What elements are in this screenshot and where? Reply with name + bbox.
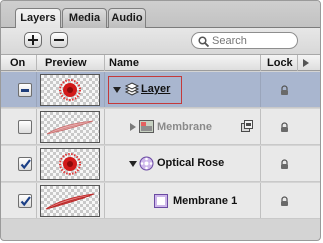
- row-divider: [36, 109, 37, 144]
- row-divider: [104, 146, 105, 181]
- membrane-1-preview-thumbnail: [40, 185, 100, 217]
- row-divider: [104, 183, 105, 218]
- layers-panel: Layers Media Audio On Preview: [0, 0, 321, 241]
- rose-preview-icon: [59, 153, 81, 175]
- lock-icon[interactable]: [280, 196, 289, 207]
- disclosure-triangle-open-icon[interactable]: [129, 160, 137, 168]
- column-divider: [297, 55, 298, 71]
- column-lock[interactable]: Lock: [267, 57, 293, 69]
- row-divider: [260, 183, 261, 218]
- layer-name[interactable]: Membrane: [157, 121, 212, 133]
- row-divider: [260, 72, 261, 107]
- add-layer-button[interactable]: [24, 32, 42, 48]
- row-divider: [104, 72, 105, 107]
- row-divider: [36, 72, 37, 107]
- enable-checkbox-checked[interactable]: [18, 194, 32, 208]
- row-divider: [260, 146, 261, 181]
- enable-checkbox-unchecked[interactable]: [18, 120, 32, 134]
- column-divider: [36, 55, 37, 71]
- toolbar: [1, 28, 320, 54]
- tab-audio[interactable]: Audio: [108, 8, 146, 28]
- lock-icon[interactable]: [280, 122, 289, 133]
- lock-icon[interactable]: [280, 159, 289, 170]
- layer-row-membrane[interactable]: Membrane: [1, 109, 320, 145]
- disclosure-triangle-open-icon[interactable]: [113, 86, 121, 94]
- layer-name[interactable]: Optical Rose: [157, 157, 224, 169]
- enable-checkbox-checked[interactable]: [18, 157, 32, 171]
- checkmark-icon: [20, 196, 31, 207]
- image-layer-icon: [139, 120, 154, 133]
- disclosure-triangle-closed-icon[interactable]: [129, 123, 136, 131]
- search-field[interactable]: [191, 32, 298, 49]
- minus-icon: [54, 39, 64, 41]
- mixed-state-icon: [21, 89, 29, 92]
- row-divider: [36, 183, 37, 218]
- plus-icon: [28, 35, 38, 45]
- particle-cell-icon: [154, 194, 168, 208]
- layer-row-optical-rose[interactable]: Optical Rose: [1, 146, 320, 182]
- particle-emitter-icon: [139, 156, 154, 171]
- remove-layer-button[interactable]: [50, 32, 68, 48]
- chevron-right-icon[interactable]: [302, 58, 310, 68]
- mask-icon[interactable]: [241, 120, 253, 132]
- tab-media[interactable]: Media: [62, 8, 107, 28]
- search-icon: [198, 36, 209, 47]
- column-divider: [260, 55, 261, 71]
- layer-name[interactable]: Membrane 1: [173, 195, 237, 207]
- optical-rose-preview-thumbnail: [40, 148, 100, 180]
- layer-preview-thumbnail: [40, 74, 100, 106]
- membrane-preview-icon: [46, 120, 94, 135]
- column-name[interactable]: Name: [109, 57, 139, 69]
- row-divider: [260, 109, 261, 144]
- layer-name[interactable]: Layer: [141, 83, 170, 95]
- checkmark-icon: [20, 159, 31, 170]
- column-on[interactable]: On: [10, 57, 25, 69]
- tab-layers[interactable]: Layers: [15, 8, 61, 29]
- layer-row-layer[interactable]: Layer: [1, 72, 320, 108]
- enable-checkbox-mixed[interactable]: [18, 83, 32, 97]
- layer-stack-icon: [124, 82, 140, 96]
- row-divider: [36, 146, 37, 181]
- tab-bar: Layers Media Audio: [1, 1, 320, 29]
- column-preview[interactable]: Preview: [45, 57, 87, 69]
- search-input[interactable]: [212, 34, 294, 47]
- column-divider: [104, 55, 105, 71]
- membrane-preview-icon: [45, 193, 95, 210]
- membrane-preview-thumbnail: [40, 111, 100, 143]
- row-divider: [104, 109, 105, 144]
- lock-icon[interactable]: [280, 85, 289, 96]
- column-header: On Preview Name Lock: [1, 54, 320, 71]
- rose-preview-icon: [59, 79, 81, 101]
- layer-row-membrane-1[interactable]: Membrane 1: [1, 183, 320, 219]
